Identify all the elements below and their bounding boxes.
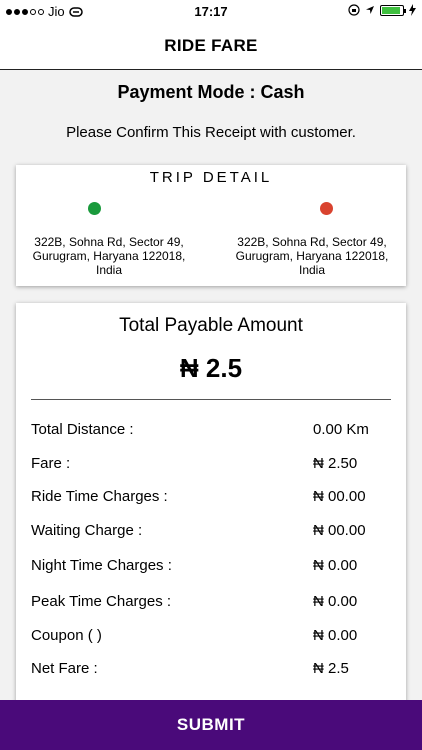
fare-row-label: Total Distance : [31,421,134,438]
fare-row-peak-time-charges: Peak Time Charges : ₦ 0.00 [31,593,391,613]
battery-icon [380,4,406,16]
fare-row-value: ₦ 2.50 [313,455,358,472]
fare-row-value: ₦ 0.00 [313,593,358,610]
pickup-pin-icon [88,202,101,215]
orientation-lock-icon [348,4,360,16]
fare-row-label: Ride Time Charges : [31,488,168,505]
fare-row-label: Net Fare : [31,660,98,677]
status-bar: Jio 17:17 [0,0,422,22]
total-payable-amount: ₦ 2.5 [179,353,243,383]
fare-row-night-time-charges: Night Time Charges : ₦ 0.00 [31,557,391,577]
fare-row-value: ₦ 0.00 [313,627,358,644]
trip-detail-card: TRIP DETAIL 322B, Sohna Rd, Sector 49, G… [16,165,406,286]
fare-row-label: Fare : [31,455,71,472]
fare-row-value: ₦ 00.00 [313,522,366,539]
charging-icon [409,4,416,16]
total-payable-label: Total Payable Amount [119,315,303,336]
fare-row-ride-time-charges: Ride Time Charges : ₦ 00.00 [31,488,391,508]
fare-row-total-distance: Total Distance : 0.00 Km [31,421,391,441]
fare-summary-card: Total Payable Amount ₦ 2.5 Total Distanc… [16,303,406,723]
pickup-address: 322B, Sohna Rd, Sector 49, Gurugram, Har… [32,235,186,277]
fare-row-label: Peak Time Charges : [31,593,172,610]
payment-mode-label: Payment Mode : Cash [117,82,305,102]
trip-detail-title: TRIP DETAIL [149,169,273,186]
submit-button[interactable]: SUBMIT [0,700,422,750]
confirm-instructions: Please Confirm This Receipt with custome… [66,124,356,141]
fare-row-value: ₦ 00.00 [313,488,366,505]
page-title: RIDE FARE [0,22,422,70]
fare-row-net-fare: Net Fare : ₦ 2.5 [31,660,391,680]
fare-row-coupon: Coupon ( ) ₦ 0.00 [31,627,391,647]
fare-row-label: Night Time Charges : [31,557,172,574]
fare-row-waiting-charge: Waiting Charge : ₦ 00.00 [31,522,391,542]
fare-row-fare: Fare : ₦ 2.50 [31,455,391,475]
fare-row-value: 0.00 Km [313,421,369,438]
fare-row-label: Waiting Charge : [31,522,143,539]
status-icons [348,4,416,16]
fare-row-label: Coupon ( ) [31,627,102,644]
fare-row-value: ₦ 2.5 [313,660,349,677]
dropoff-address: 322B, Sohna Rd, Sector 49, Gurugram, Har… [235,235,389,277]
dropoff-pin-icon [320,202,333,215]
fare-row-value: ₦ 0.00 [313,557,358,574]
divider [31,399,391,400]
location-arrow-icon [366,6,374,14]
